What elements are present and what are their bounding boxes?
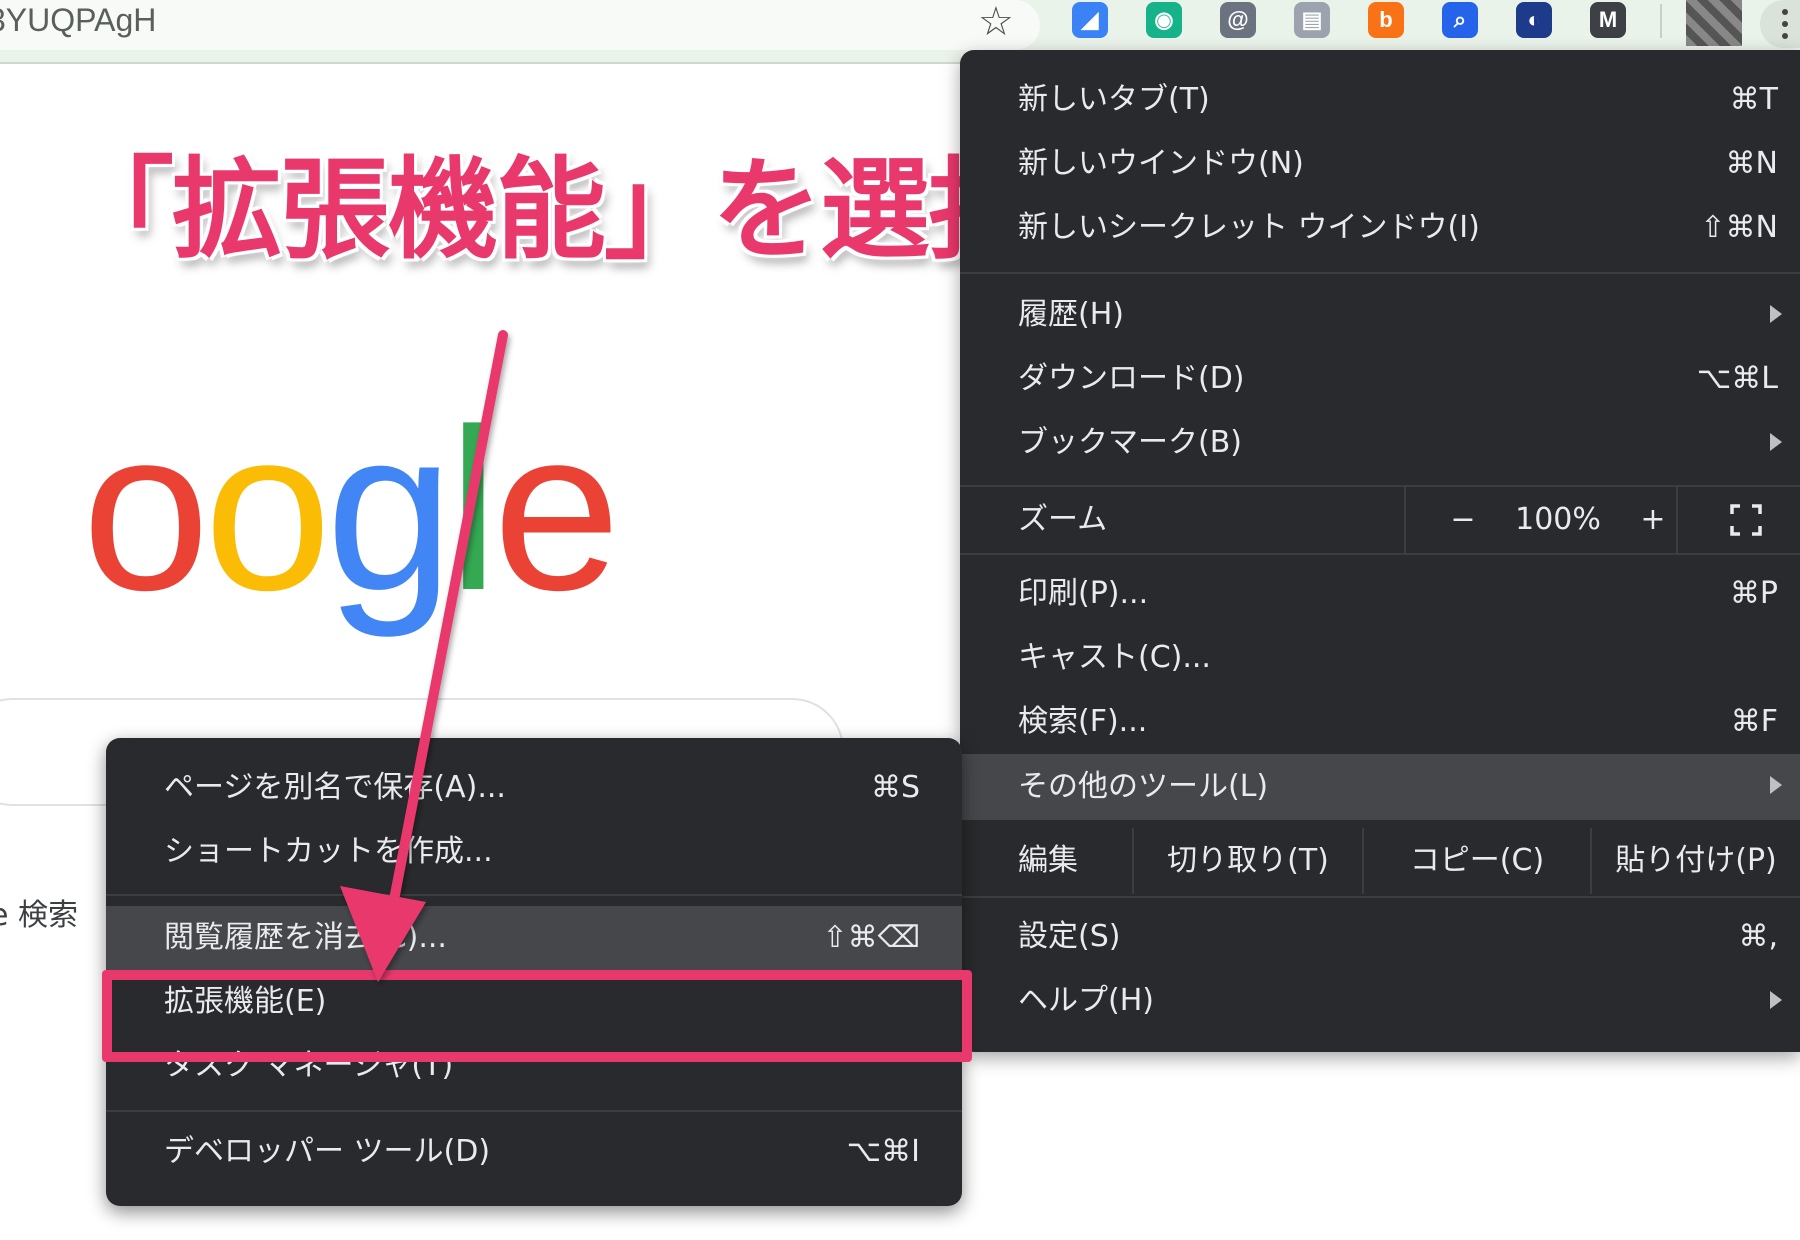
pointer-arrow-icon [340, 330, 508, 982]
